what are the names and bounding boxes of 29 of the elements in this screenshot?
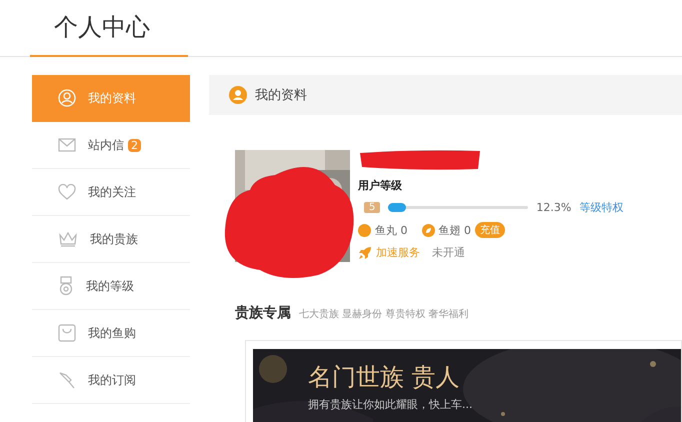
heart-icon — [58, 184, 76, 200]
sidebar-item[interactable]: 我的鱼购 — [32, 310, 190, 357]
level-label: 用户等级 — [358, 178, 403, 193]
count-badge: 2 — [128, 138, 141, 152]
sidebar-item[interactable]: 我的贵族 — [32, 216, 190, 263]
crown-icon — [58, 231, 78, 247]
section-title: 我的资料 — [255, 87, 307, 104]
currency-balance: 鱼翅 0 — [438, 222, 471, 238]
sidebar-item[interactable]: 我的订阅 — [32, 357, 190, 404]
page-title: 个人中心 — [54, 12, 150, 43]
banner-headline: 名门世族 贵人 — [308, 362, 461, 393]
level-badge: 5 — [364, 202, 380, 213]
mail-icon — [58, 138, 76, 152]
section-title: 贵族专属 — [235, 304, 291, 322]
banner-text: 拥有贵族让你如此耀眼，快上车... — [308, 397, 474, 412]
sidebar-item[interactable]: 我的等级 — [32, 263, 190, 310]
sidebar-item[interactable]: 站内信 2 — [32, 122, 190, 169]
user-icon — [229, 86, 247, 104]
leaf-icon — [422, 224, 434, 236]
rocket-icon — [358, 246, 372, 260]
sidebar-item[interactable]: 我的关注 — [32, 169, 190, 216]
bag-icon — [58, 324, 76, 342]
medal-icon — [58, 276, 74, 296]
currency-balance: 鱼丸 0 — [375, 222, 408, 238]
coin-icon — [358, 224, 371, 236]
progress-reading: 12.3% — [536, 201, 572, 214]
user-icon — [58, 89, 76, 107]
section-subtitle: 七大贵族 显赫身份 尊贵特权 奢华福利 — [299, 308, 469, 321]
service-status: 未开通 — [432, 245, 465, 260]
